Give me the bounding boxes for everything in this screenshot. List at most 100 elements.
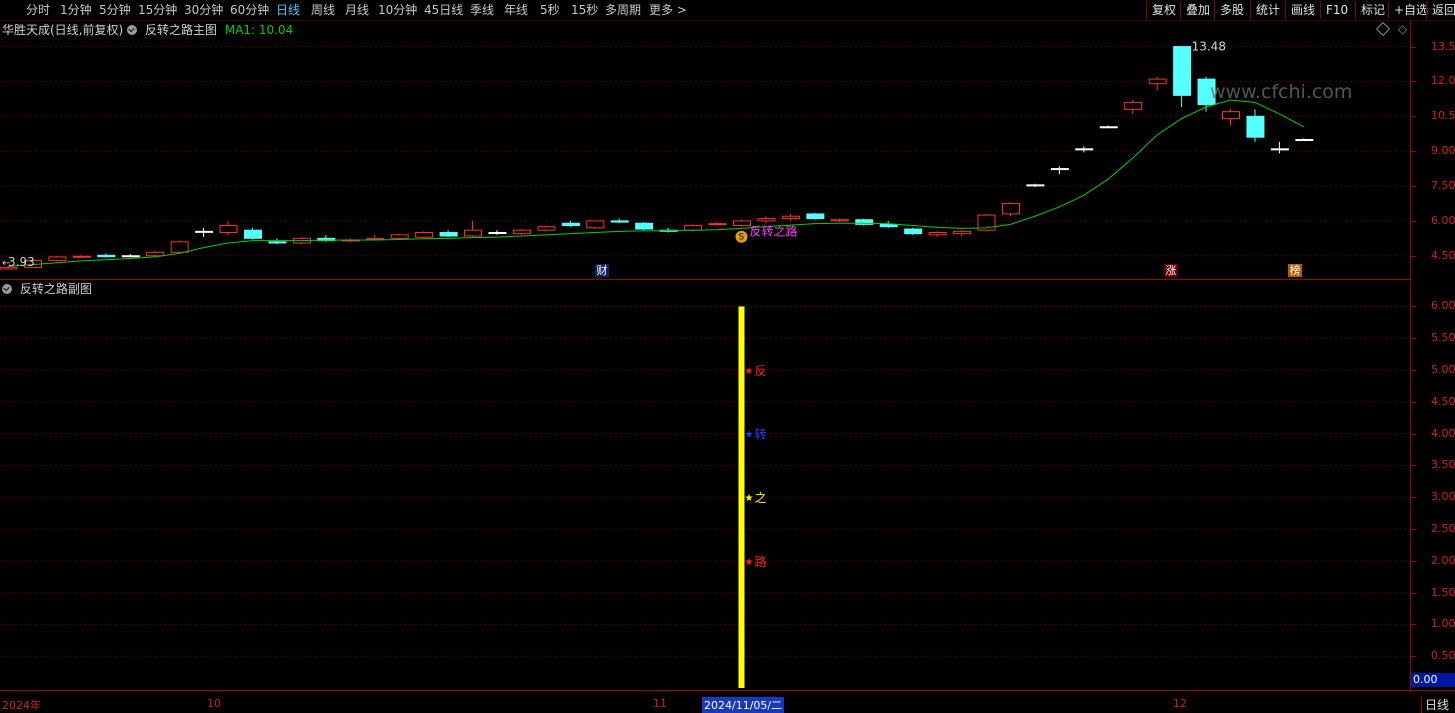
candle — [146, 251, 165, 257]
main-y-tick-label: 7.50 — [1431, 179, 1455, 193]
sub-y-tick — [1411, 433, 1416, 435]
candle-body — [1099, 126, 1118, 129]
limit-up-badge[interactable]: 涨 — [1164, 264, 1178, 277]
period-15sec[interactable]: 15秒 — [571, 2, 598, 18]
x-cursor-date: 2024/11/05/二 — [702, 697, 785, 713]
candle-body — [170, 241, 189, 253]
candle — [953, 230, 972, 236]
period-60min[interactable]: 60分钟 — [230, 2, 269, 18]
candle — [977, 213, 996, 232]
star-icon: ★ — [745, 366, 754, 377]
period-weekly[interactable]: 周线 — [311, 2, 335, 18]
candle-body — [366, 237, 385, 240]
period-5min[interactable]: 5分钟 — [99, 2, 131, 18]
signal-marker: S 反转之路 — [735, 224, 798, 243]
back-button[interactable]: 返回 — [1426, 1, 1455, 19]
candle — [635, 222, 654, 231]
candle-body — [684, 225, 703, 231]
ranking-badge[interactable]: 榜 — [1288, 264, 1302, 277]
period-monthly[interactable]: 月线 — [345, 2, 369, 18]
ma1-line — [7, 99, 1305, 267]
candle-body — [806, 213, 825, 220]
candle — [48, 255, 67, 262]
main-y-tick — [1411, 220, 1416, 222]
sub-y-tick — [1411, 306, 1416, 308]
main-y-tick-label: 13.50 — [1431, 39, 1455, 53]
sub-grid — [0, 305, 1410, 657]
main-y-tick — [1411, 46, 1416, 48]
x-label-dec: 12 — [1173, 697, 1187, 710]
period-5sec[interactable]: 5秒 — [540, 2, 560, 18]
candle — [244, 227, 262, 240]
candle-body — [1222, 111, 1240, 120]
high-price-label: 13.48 — [1192, 40, 1226, 54]
candle — [170, 240, 189, 253]
low-arrow-icon: ← — [2, 258, 10, 269]
add-watchlist-button[interactable]: +自选 — [1388, 1, 1428, 19]
period-yearly[interactable]: 年线 — [504, 2, 528, 18]
candle — [1099, 125, 1118, 129]
sub-y-tick — [1411, 529, 1416, 531]
f10-button[interactable]: F10 — [1320, 1, 1348, 19]
x-label-nov: 11 — [653, 697, 667, 710]
multi-stock-button[interactable]: 多股 — [1214, 1, 1244, 19]
sub-y-tick-label: 5.50 — [1431, 331, 1455, 345]
star-label: 转 — [755, 427, 767, 442]
candle — [97, 253, 116, 258]
candle — [610, 218, 629, 224]
main-candlestick-chart[interactable]: www.cfchi.com 13.48 3.93 ← S 反转之路 — [0, 21, 1410, 279]
candle — [268, 238, 287, 245]
main-y-tick — [1411, 81, 1416, 83]
candle-body — [1075, 148, 1094, 151]
period-10min[interactable]: 10分钟 — [378, 2, 417, 18]
overlay-button[interactable]: 叠加 — [1180, 1, 1210, 19]
signal-stars: ★ 反★ 转★ 之★ 路 — [745, 364, 767, 569]
candle — [561, 220, 580, 227]
mark-button[interactable]: 标记 — [1355, 1, 1385, 19]
low-price-label: 3.93 — [8, 255, 35, 269]
period-30min[interactable]: 30分钟 — [184, 2, 223, 18]
candle-body — [1001, 202, 1020, 215]
candle — [708, 222, 727, 226]
pane-divider[interactable] — [0, 279, 1410, 280]
period-quarterly[interactable]: 季线 — [470, 2, 494, 18]
signal-s-letter: S — [739, 233, 745, 243]
sub-y-tick — [1411, 401, 1416, 403]
candle — [464, 220, 483, 238]
period-fenshi[interactable]: 分时 — [26, 2, 50, 18]
candle-body — [733, 220, 751, 227]
sub-y-tick — [1411, 592, 1416, 594]
sub-y-tick-label: 4.50 — [1431, 394, 1455, 408]
period-45day[interactable]: 45日线 — [424, 2, 463, 18]
candle-body — [635, 222, 654, 230]
period-status-button[interactable]: 日线 — [1421, 696, 1449, 713]
statistics-button[interactable]: 统计 — [1250, 1, 1280, 19]
more-periods-button[interactable]: 更多 > — [649, 2, 687, 18]
period-toolbar: 分时 1分钟 5分钟 15分钟 30分钟 60分钟 日线 周线 月线 10分钟 … — [0, 0, 1455, 21]
star-label: 之 — [755, 491, 767, 505]
period-daily[interactable]: 日线 — [276, 2, 300, 18]
period-multi[interactable]: 多周期 — [605, 2, 641, 18]
period-1min[interactable]: 1分钟 — [60, 2, 92, 18]
draw-line-button[interactable]: 画线 — [1285, 1, 1315, 19]
candle-body — [1124, 101, 1143, 110]
candle-body — [72, 255, 91, 258]
sub-y-tick-label: 3.50 — [1431, 458, 1455, 472]
sub-y-tick — [1411, 465, 1416, 467]
candle-body — [146, 251, 165, 257]
star-label: 路 — [755, 554, 767, 569]
sub-indicator-chart[interactable]: ★ 反★ 转★ 之★ 路 — [0, 281, 1410, 688]
candle — [733, 219, 751, 227]
sub-y-tick — [1411, 656, 1416, 658]
candle — [1148, 76, 1167, 91]
star-icon: ★ — [745, 557, 754, 568]
earnings-badge[interactable]: 财 — [595, 264, 609, 277]
fuquan-button[interactable]: 复权 — [1146, 1, 1176, 19]
x-label-year: 2024年 — [2, 699, 41, 712]
main-y-tick — [1411, 151, 1416, 153]
candle-body — [1295, 139, 1314, 142]
sub-y-tick-label: 1.00 — [1431, 617, 1455, 631]
main-y-tick-label: 6.00 — [1431, 213, 1455, 227]
candle-body — [879, 223, 898, 228]
period-15min[interactable]: 15分钟 — [138, 2, 177, 18]
